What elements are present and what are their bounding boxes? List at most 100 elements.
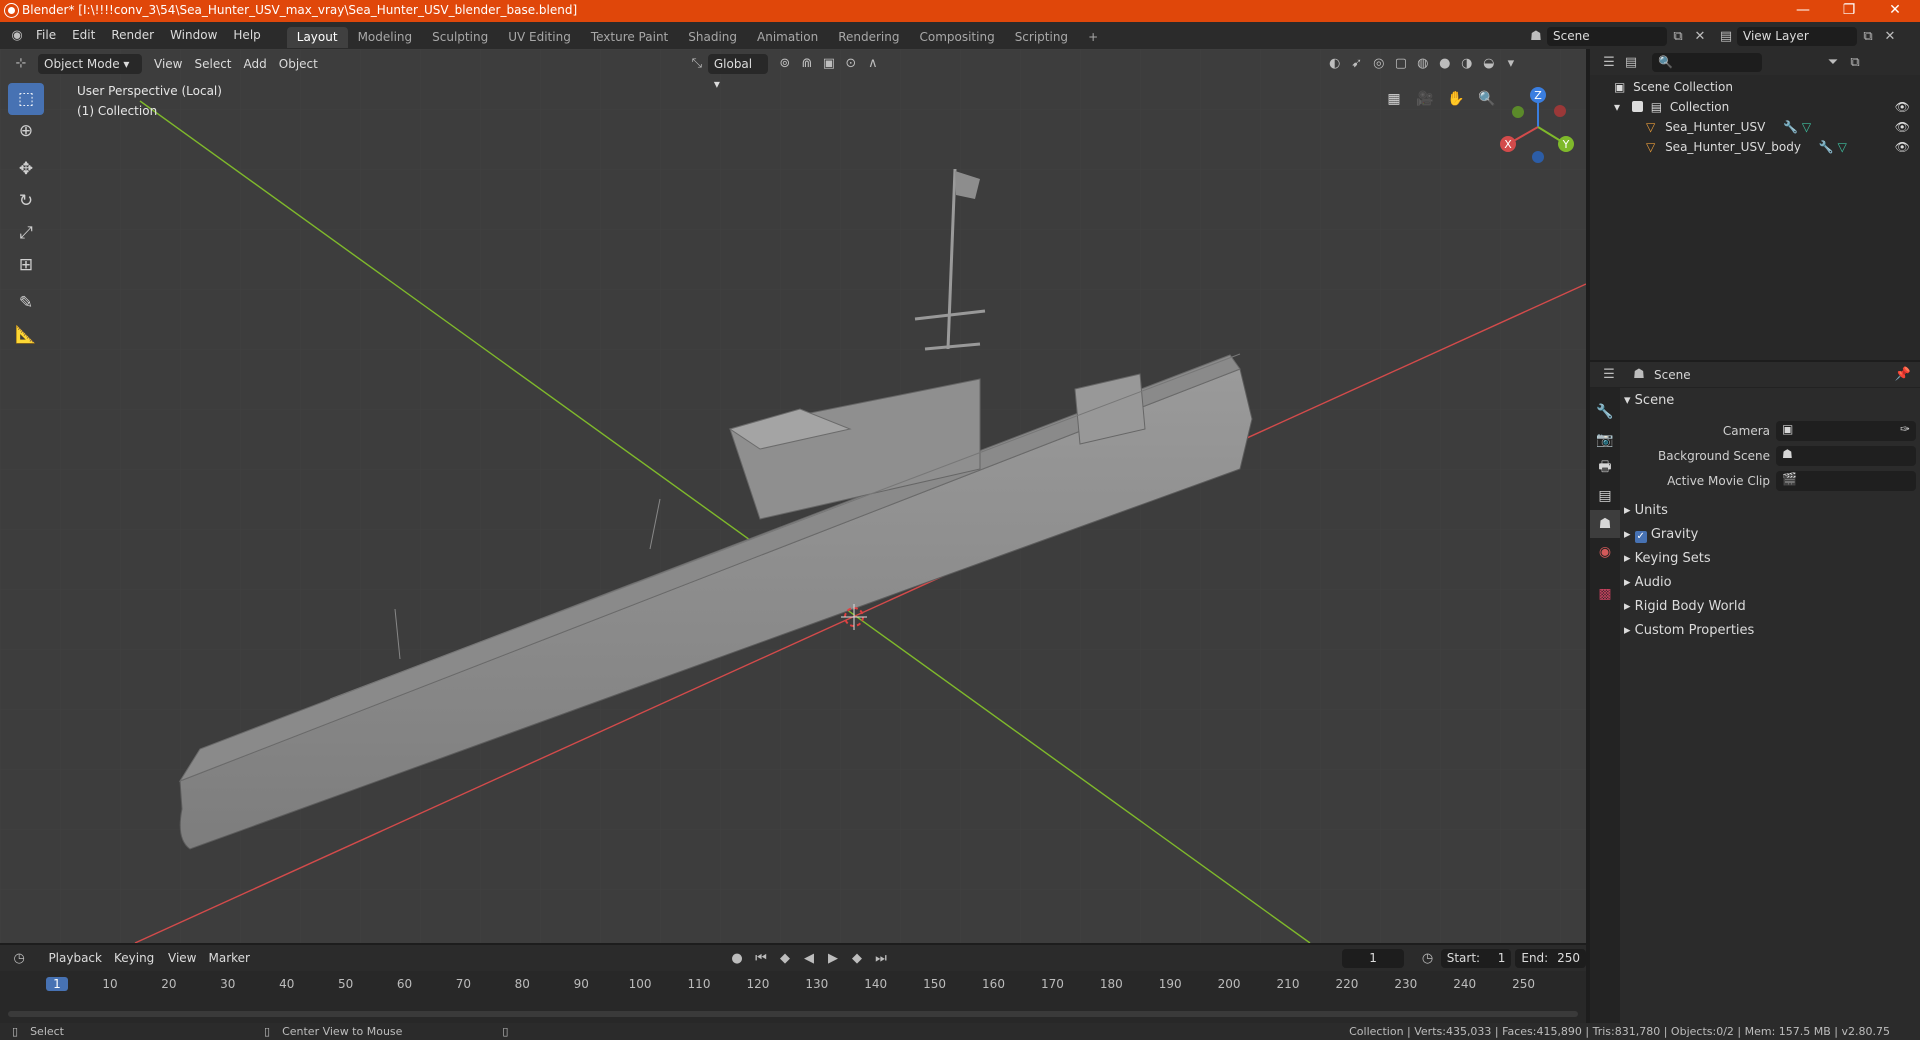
add-workspace-icon[interactable]: + [1078, 27, 1108, 48]
tab-sculpting[interactable]: Sculpting [422, 27, 498, 48]
tab-texture-paint[interactable]: Texture Paint [581, 27, 678, 48]
select-box-tool[interactable]: ⬚ [8, 83, 44, 115]
outliner-scene-collection[interactable]: ▣ Scene Collection [1590, 77, 1920, 97]
shading-options-icon[interactable]: ▾ [1500, 54, 1522, 74]
scale-tool[interactable]: ⤢ [8, 217, 44, 249]
view-layer-selector[interactable]: View Layer [1737, 26, 1857, 46]
new-view-layer-icon[interactable]: ⧉ [1857, 26, 1879, 46]
maximize-button[interactable]: ❐ [1826, 0, 1872, 22]
collapse-arrow-icon[interactable]: ▾ [1614, 100, 1620, 114]
eye-icon[interactable]: 👁 [1895, 117, 1910, 137]
xray-icon[interactable]: ▢ [1390, 54, 1412, 74]
gravity-panel-header[interactable]: ▸ ✓ Gravity [1624, 524, 1698, 546]
move-tool[interactable]: ✥ [8, 153, 44, 185]
scene-icon[interactable]: ☗ [1525, 26, 1547, 46]
wireframe-shading-icon[interactable]: ◍ [1412, 54, 1434, 74]
pan-icon[interactable]: ✋ [1442, 85, 1470, 113]
eye-icon[interactable]: 👁 [1895, 97, 1910, 117]
outliner-editor-type-icon[interactable]: ☰ [1598, 52, 1620, 72]
menu-edit[interactable]: Edit [64, 22, 103, 49]
rotate-tool[interactable]: ↻ [8, 185, 44, 217]
tab-modeling[interactable]: Modeling [348, 27, 423, 48]
measure-tool[interactable]: 📐 [8, 319, 44, 351]
camera-view-icon[interactable]: 🎥 [1411, 85, 1439, 113]
timeline-menu-marker[interactable]: Marker [203, 948, 256, 968]
world-tab-icon[interactable]: ◉ [1590, 538, 1620, 566]
units-panel-header[interactable]: ▸ Units [1624, 500, 1668, 522]
audio-panel-header[interactable]: ▸ Audio [1624, 572, 1672, 594]
outliner-collection[interactable]: ▾ ▤ Collection 👁 [1590, 97, 1920, 117]
mode-dropdown[interactable]: Object Mode ▾ [38, 53, 142, 74]
properties-editor-type-icon[interactable]: ☰ [1598, 365, 1620, 385]
ortho-toggle-icon[interactable]: ▦ [1380, 85, 1408, 113]
tab-uv-editing[interactable]: UV Editing [498, 27, 581, 48]
active-movie-clip-field[interactable]: 🎬 [1776, 471, 1916, 491]
solid-shading-icon[interactable]: ● [1434, 54, 1456, 74]
timeline-menu-keying[interactable]: Keying ▾ [108, 948, 162, 985]
transform-orientation-dropdown[interactable]: Global ▾ [707, 53, 768, 91]
minimize-button[interactable]: — [1780, 0, 1826, 22]
gizmo-toggle-icon[interactable]: ➹ [1346, 54, 1368, 74]
background-scene-field[interactable]: ☗ [1776, 446, 1916, 466]
record-icon[interactable]: ● [726, 948, 748, 968]
overlays-icon[interactable]: ◎ [1368, 54, 1390, 74]
timeline-editor-type-icon[interactable]: ◷ [10, 948, 28, 968]
rigid-body-world-panel-header[interactable]: ▸ Rigid Body World [1624, 596, 1746, 618]
tab-shading[interactable]: Shading [678, 27, 747, 48]
transform-orientation-icon[interactable]: ⤡ [686, 54, 708, 74]
current-frame-field[interactable]: 1 [1341, 948, 1405, 968]
remove-view-layer-icon[interactable]: ✕ [1879, 26, 1901, 46]
falloff-icon[interactable]: ∧ [862, 54, 884, 74]
remove-scene-icon[interactable]: ✕ [1689, 26, 1711, 46]
view-layer-tab-icon[interactable]: ▤ [1590, 482, 1620, 510]
menu-window[interactable]: Window [162, 22, 225, 49]
outliner-object-row[interactable]: ▽ Sea_Hunter_USV 🔧 ▽ 👁 [1590, 117, 1920, 137]
scene-tab-icon[interactable]: ☗ [1590, 510, 1620, 538]
outliner-object-row[interactable]: ▽ Sea_Hunter_USV_body 🔧 ▽ 👁 [1590, 137, 1920, 157]
editor-type-icon[interactable]: ⊹ [10, 54, 32, 74]
eye-icon[interactable]: 👁 [1895, 137, 1910, 157]
tab-animation[interactable]: Animation [747, 27, 828, 48]
snap-target-icon[interactable]: ▣ [818, 54, 840, 74]
material-shading-icon[interactable]: ◑ [1456, 54, 1478, 74]
play-icon[interactable]: ▶ [822, 948, 844, 968]
tab-rendering[interactable]: Rendering [828, 27, 909, 48]
viewport-menu-view[interactable]: View [148, 54, 188, 74]
custom-properties-panel-header[interactable]: ▸ Custom Properties [1624, 620, 1754, 642]
pin-icon[interactable]: 📌 [1892, 365, 1914, 385]
tab-compositing[interactable]: Compositing [909, 27, 1004, 48]
next-keyframe-icon[interactable]: ◆ [846, 948, 868, 968]
timeline-track-area[interactable]: 1 10 20 30 40 50 60 70 80 90 100 110 120 130 140 150 160… [0, 971, 1586, 1023]
start-frame-field[interactable]: Start: 1 [1440, 948, 1512, 968]
new-collection-icon[interactable]: ⧉ [1844, 52, 1866, 72]
rendered-shading-icon[interactable]: ◒ [1478, 54, 1500, 74]
prev-keyframe-icon[interactable]: ◆ [774, 948, 796, 968]
preview-range-icon[interactable]: ◷ [1418, 948, 1436, 968]
jump-end-icon[interactable]: ⏭ [870, 948, 892, 968]
outliner-search-input[interactable]: 🔍 [1652, 52, 1762, 72]
scene-selector[interactable]: Scene [1547, 26, 1667, 46]
cursor-tool[interactable]: ⊕ [8, 115, 44, 147]
proportional-edit-icon[interactable]: ⊙ [840, 54, 862, 74]
timeline-menu-view[interactable]: View [162, 948, 202, 968]
collection-checkbox[interactable] [1631, 101, 1643, 112]
menu-file[interactable]: File [28, 22, 64, 49]
new-scene-icon[interactable]: ⧉ [1667, 26, 1689, 46]
navigation-gizmo[interactable]: Z X Y [1498, 85, 1578, 165]
object-visibility-icon[interactable]: ◐ [1324, 54, 1346, 74]
pivot-point-icon[interactable]: ⊚ [774, 54, 796, 74]
menu-render[interactable]: Render [103, 22, 162, 49]
eyedropper-icon[interactable]: ✑ [1900, 422, 1910, 436]
tool-tab-icon[interactable]: 🔧 [1590, 398, 1620, 426]
render-tab-icon[interactable]: 📷 [1590, 426, 1620, 454]
jump-start-icon[interactable]: ⏮ [750, 948, 772, 968]
viewport-menu-select[interactable]: Select [188, 54, 237, 74]
viewport-menu-object[interactable]: Object [273, 54, 324, 74]
3d-viewport[interactable]: ⊹ Object Mode ▾ View Select Add Object ⤡… [0, 49, 1586, 943]
viewport-menu-add[interactable]: Add [238, 54, 273, 74]
end-frame-field[interactable]: End: 250 [1515, 948, 1587, 968]
gravity-checkbox[interactable]: ✓ [1634, 531, 1647, 543]
output-tab-icon[interactable]: 🖶 [1590, 454, 1620, 482]
zoom-icon[interactable]: 🔍 [1473, 85, 1501, 113]
view-layer-icon[interactable]: ▤ [1715, 26, 1737, 46]
